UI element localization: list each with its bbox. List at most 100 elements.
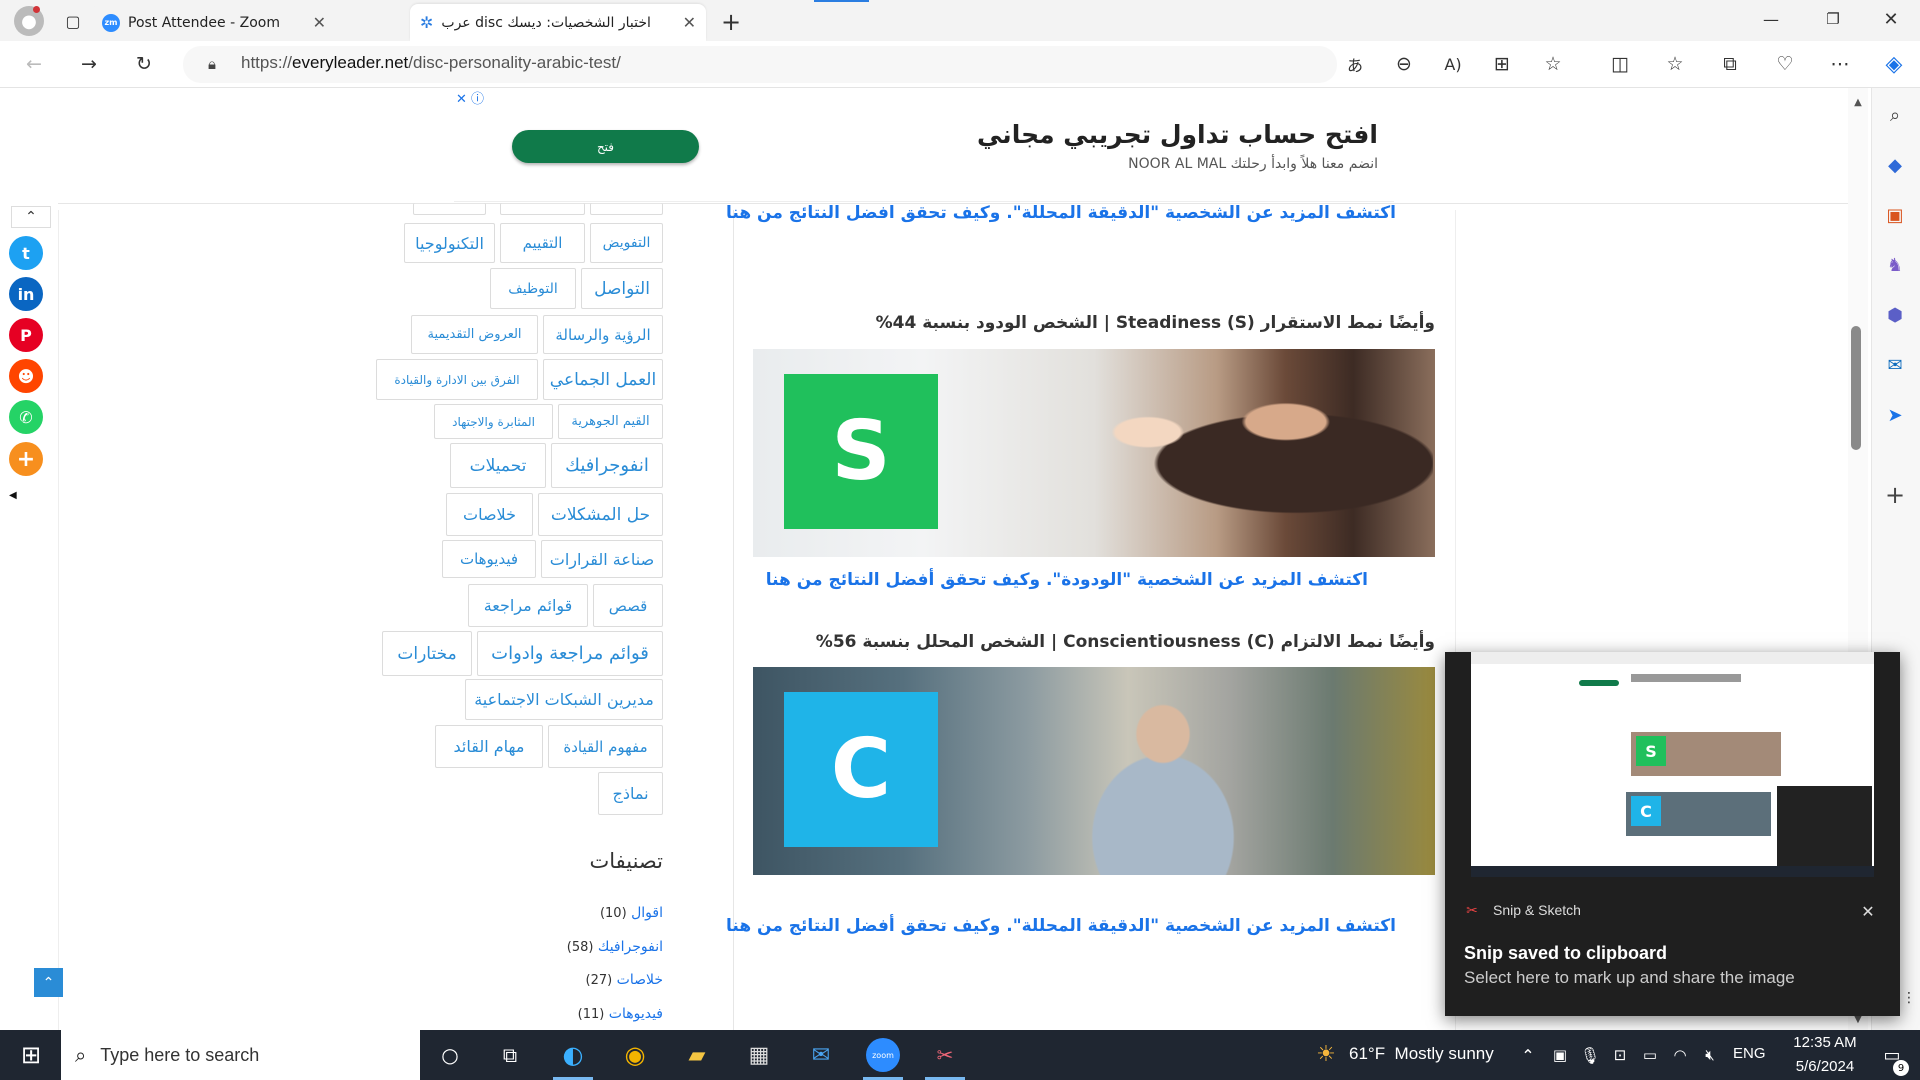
tag[interactable]: مديرين الشبكات الاجتماعية (465, 679, 663, 720)
ad-title[interactable]: افتح حساب تداول تجريبي مجاني (960, 120, 1378, 149)
tag[interactable]: تحميلات (450, 443, 546, 488)
tab-disc-test[interactable]: ✲ اختبار الشخصيات: ديسك disc عرب ✕ (410, 4, 706, 41)
category-item[interactable]: فيديوهات (11) (480, 1006, 663, 1022)
language-indicator[interactable]: ENG (1733, 1045, 1766, 1062)
reddit-icon[interactable]: ☻ (9, 359, 43, 393)
tag[interactable]: قوائم مراجعة وادوات (477, 631, 663, 676)
tag[interactable]: العمل الجماعي (543, 359, 663, 400)
tag[interactable]: الفرق بين الادارة والقيادة (376, 359, 538, 400)
read-aloud-icon[interactable]: A) (1435, 46, 1471, 82)
collections-icon[interactable]: ⧉ (1712, 46, 1748, 82)
new-tab-icon[interactable]: + (717, 8, 745, 36)
edge-taskbar-icon[interactable]: ◐ (553, 1035, 593, 1075)
collapse-share-icon[interactable]: ⌃ (11, 206, 51, 228)
scroll-up-icon[interactable]: ▲ (1850, 95, 1866, 109)
ad-close-icon[interactable]: ✕ ⓘ (456, 88, 484, 107)
category-link[interactable]: اقوال (631, 905, 663, 921)
linkedin-icon[interactable]: in (9, 277, 43, 311)
taskbar-search-box[interactable]: ⌕ Type here to search (61, 1030, 420, 1080)
twitter-icon[interactable]: t (9, 236, 43, 270)
reload-icon[interactable]: ↻ (126, 46, 162, 82)
ad-info-icon[interactable]: ⓘ (471, 92, 484, 107)
clock-date[interactable]: 5/6/2024 (1770, 1058, 1880, 1075)
chrome-icon[interactable]: ◉ (615, 1035, 655, 1075)
content-link[interactable]: اكتشف المزيد عن الشخصية "الودودة". وكيف … (760, 570, 1368, 590)
ad-subtitle[interactable]: انضم معنا هلاً وابدأ رحلتك NOOR AL MAL (960, 156, 1378, 172)
tag-partial[interactable] (500, 203, 585, 215)
store-icon[interactable]: ▦ (739, 1035, 779, 1075)
close-window-icon[interactable]: ✕ (1876, 4, 1906, 34)
back-icon[interactable]: ← (16, 46, 52, 82)
pinterest-icon[interactable]: P (9, 318, 43, 352)
tag[interactable]: التواصل (581, 268, 663, 309)
outlook-icon[interactable]: ✉ (1878, 348, 1912, 382)
file-explorer-icon[interactable]: ▰ (677, 1035, 717, 1075)
add-sidebar-icon[interactable]: + (1878, 478, 1912, 512)
forward-icon[interactable]: → (71, 46, 107, 82)
app-available-icon[interactable]: ⊞ (1484, 46, 1520, 82)
tag[interactable]: مهام القائد (435, 725, 543, 768)
hide-share-icon[interactable]: ◀ (9, 490, 17, 501)
weather-text[interactable]: 61°F Mostly sunny (1349, 1044, 1494, 1064)
tag[interactable]: مختارات (382, 631, 472, 676)
tag[interactable]: التكنولوجيا (404, 223, 495, 263)
tag-partial[interactable] (590, 203, 663, 215)
tag[interactable]: انفوجرافيك (551, 443, 663, 488)
tag[interactable]: الرؤية والرسالة (543, 315, 663, 354)
tag[interactable]: صناعة القرارات (541, 540, 663, 578)
category-link[interactable]: خلاصات (617, 972, 663, 988)
copilot-icon[interactable]: ◈ (1876, 46, 1912, 82)
category-link[interactable]: انفوجرافيك (598, 939, 663, 955)
close-tab-icon[interactable]: ✕ (683, 13, 696, 32)
minimize-icon[interactable]: — (1756, 4, 1786, 34)
tag[interactable]: خلاصات (446, 493, 533, 536)
telegram-icon[interactable]: ➤ (1878, 398, 1912, 432)
microsoft-365-icon[interactable]: ⬢ (1878, 298, 1912, 332)
url-text[interactable]: https://everyleader.net/disc-personality… (241, 53, 621, 73)
tag[interactable]: فيديوهات (442, 540, 536, 578)
category-item[interactable]: انفوجرافيك (58) (480, 939, 663, 955)
tag[interactable]: المثابرة والاجتهاد (434, 404, 553, 439)
more-share-icon[interactable]: + (9, 442, 43, 476)
cortana-icon[interactable]: ○ (430, 1035, 470, 1075)
toast-close-icon[interactable]: ✕ (1857, 900, 1879, 922)
favorites-icon[interactable]: ☆ (1657, 46, 1693, 82)
content-link[interactable]: اكتشف المزيد عن الشخصية "الدقيقة المحللة… (726, 203, 1396, 223)
snip-toast[interactable]: S C ✂ Snip & Sketch ✕ Snip saved to clip… (1445, 652, 1900, 1016)
snip-thumbnail[interactable]: S C (1471, 652, 1874, 877)
zoom-out-icon[interactable]: ⊖ (1386, 46, 1422, 82)
mail-icon[interactable]: ✉ (801, 1035, 841, 1075)
content-link[interactable]: اكتشف المزيد عن الشخصية "الدقيقة المحللة… (726, 916, 1396, 936)
tab-zoom[interactable]: zm Post Attendee - Zoom ✕ (92, 4, 336, 41)
restore-icon[interactable]: ❐ (1818, 4, 1848, 34)
clock-time[interactable]: 12:35 AM (1770, 1034, 1880, 1051)
volume-muted-icon[interactable]: 🔇︎ (1690, 1035, 1730, 1075)
split-screen-icon[interactable]: ◫ (1602, 46, 1638, 82)
search-icon[interactable]: ⌕ (1878, 98, 1912, 132)
category-item[interactable]: خلاصات (27) (480, 972, 664, 988)
games-icon[interactable]: ♞ (1878, 248, 1912, 282)
scrollbar-thumb[interactable] (1851, 326, 1861, 450)
more-menu-icon[interactable]: ⋯ (1822, 46, 1858, 82)
windows-start-icon[interactable]: ⊞ (11, 1035, 51, 1075)
back-to-top-button[interactable]: ⌃ (34, 968, 63, 997)
tools-icon[interactable]: ▣ (1878, 198, 1912, 232)
whatsapp-icon[interactable]: ✆ (9, 400, 43, 434)
tag[interactable]: القيم الجوهرية (558, 404, 663, 439)
ad-open-button[interactable]: فتح (512, 130, 699, 163)
zoom-taskbar-icon[interactable]: zoom (863, 1035, 903, 1075)
tab-actions-icon[interactable]: ▢ (58, 6, 88, 36)
weather-sun-icon[interactable]: ☀ (1312, 1040, 1340, 1068)
category-item[interactable]: اقوال (10) (480, 905, 663, 921)
browser-essentials-icon[interactable]: ♡ (1767, 46, 1803, 82)
shopping-tag-icon[interactable]: ◆ (1878, 148, 1912, 182)
tag[interactable]: قوائم مراجعة (468, 584, 588, 627)
task-view-icon[interactable]: ⧉ (490, 1035, 530, 1075)
translate-icon[interactable]: あ (1337, 46, 1373, 82)
close-tab-icon[interactable]: ✕ (313, 13, 326, 32)
lock-icon[interactable]: 🔒︎ (200, 52, 224, 76)
tag[interactable]: نماذج (598, 772, 663, 815)
tag[interactable]: قصص (593, 584, 663, 627)
category-link[interactable]: فيديوهات (609, 1006, 663, 1022)
snip-sketch-taskbar-icon[interactable]: ✂ (925, 1035, 965, 1075)
